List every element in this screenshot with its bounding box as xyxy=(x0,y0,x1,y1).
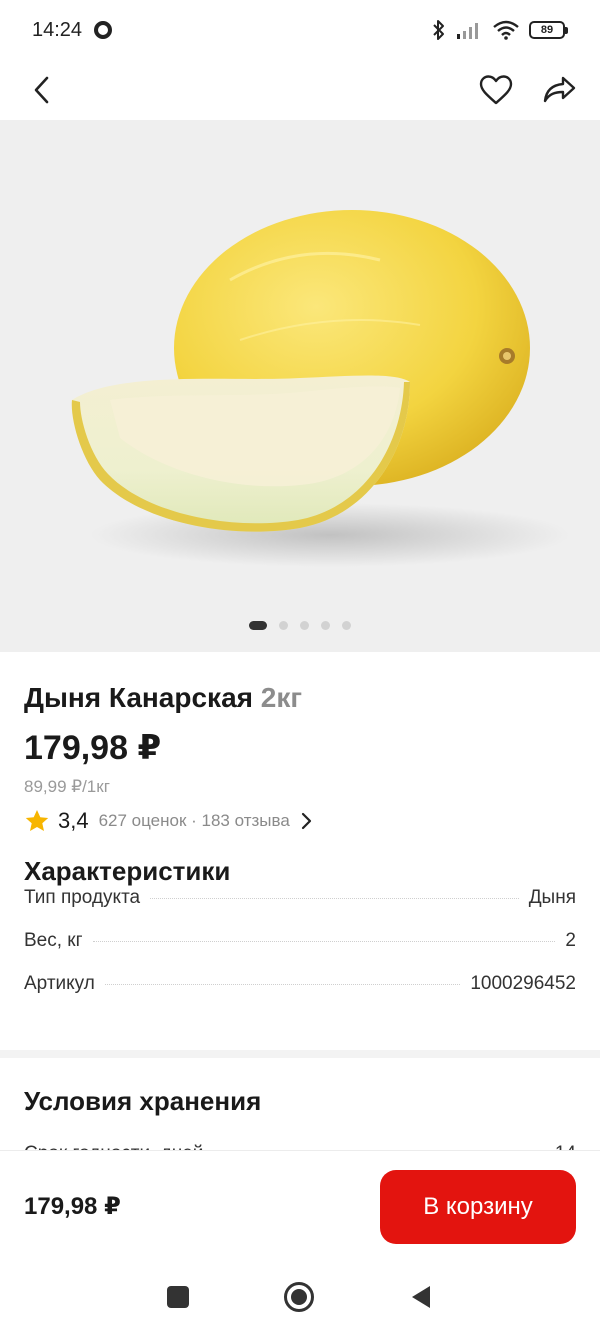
product-title: Дыня Канарская 2кг xyxy=(24,680,576,716)
notification-icon xyxy=(94,21,113,39)
spec-label: Вес, кг xyxy=(24,930,83,951)
share-button[interactable] xyxy=(542,72,578,108)
home-icon[interactable] xyxy=(283,1282,314,1312)
signal-icon xyxy=(457,23,478,39)
rating-meta: 627 оценок · 183 отзыва xyxy=(98,811,290,830)
battery-icon: 89 xyxy=(529,21,568,39)
product-name: Дыня Канарская xyxy=(24,682,253,713)
add-to-cart-button[interactable]: В корзину xyxy=(380,1169,576,1244)
spec-value: 2 xyxy=(565,930,576,951)
system-nav-bar xyxy=(0,1262,600,1332)
chevron-left-icon xyxy=(34,76,49,104)
product-price: 179,98 ₽ xyxy=(24,729,162,767)
recent-apps-icon[interactable] xyxy=(167,1286,190,1308)
characteristics-section: Характеристики Тип продукта Дыня Вес, кг… xyxy=(24,856,576,1016)
product-info: Дыня Канарская 2кг 179,98 ₽ 89,99 ₽/1кг … xyxy=(24,680,576,836)
back-button[interactable] xyxy=(24,72,60,108)
spec-leader xyxy=(92,941,556,942)
share-icon xyxy=(543,76,576,103)
pagination-dot-active[interactable] xyxy=(249,621,267,630)
top-app-bar xyxy=(0,60,600,120)
storage-title: Условия хранения xyxy=(24,1086,262,1116)
pagination-dot[interactable] xyxy=(279,621,288,630)
status-left: 14:24 xyxy=(32,18,113,42)
characteristics-title: Характеристики xyxy=(24,856,231,886)
rating-row[interactable]: 3,4 627 оценок · 183 отзыва xyxy=(24,806,576,836)
top-actions xyxy=(478,72,578,108)
spec-label: Артикул xyxy=(24,973,95,994)
heart-icon xyxy=(479,75,513,105)
spec-leader xyxy=(104,984,461,985)
unit-price: 89,99 ₽/1кг xyxy=(24,777,110,796)
spec-label: Тип продукта xyxy=(24,887,141,908)
spec-row: Тип продукта Дыня xyxy=(24,887,576,930)
status-right: 89 xyxy=(431,19,568,41)
product-image xyxy=(71,210,570,567)
wifi-icon xyxy=(493,20,519,40)
pagination-dot[interactable] xyxy=(321,621,330,630)
product-weight: 2кг xyxy=(260,682,303,713)
home-icon-inner xyxy=(290,1289,307,1305)
spec-leader xyxy=(150,898,519,899)
spec-value: 1000296452 xyxy=(470,973,576,994)
section-divider xyxy=(0,1050,600,1058)
buy-bar: 179,98 ₽ В корзину xyxy=(0,1150,600,1262)
spec-value: Дыня xyxy=(528,887,576,908)
spec-row: Артикул 1000296452 xyxy=(24,973,576,1016)
product-gallery[interactable] xyxy=(0,120,600,652)
favorite-button[interactable] xyxy=(478,72,514,108)
status-time: 14:24 xyxy=(32,18,83,41)
battery-level: 89 xyxy=(529,21,565,39)
status-bar: 14:24 89 xyxy=(0,0,600,60)
chevron-right-icon xyxy=(300,812,312,830)
star-icon xyxy=(25,810,49,831)
pagination-dot[interactable] xyxy=(342,621,351,630)
pagination-dot[interactable] xyxy=(300,621,309,630)
spec-row: Вес, кг 2 xyxy=(24,930,576,973)
rating-value: 3,4 xyxy=(58,808,89,833)
back-triangle-icon[interactable] xyxy=(409,1284,433,1310)
battery-tip xyxy=(565,26,568,34)
bluetooth-icon xyxy=(433,20,444,40)
gallery-pagination xyxy=(0,621,600,630)
buy-bar-price: 179,98 ₽ xyxy=(24,1193,121,1220)
